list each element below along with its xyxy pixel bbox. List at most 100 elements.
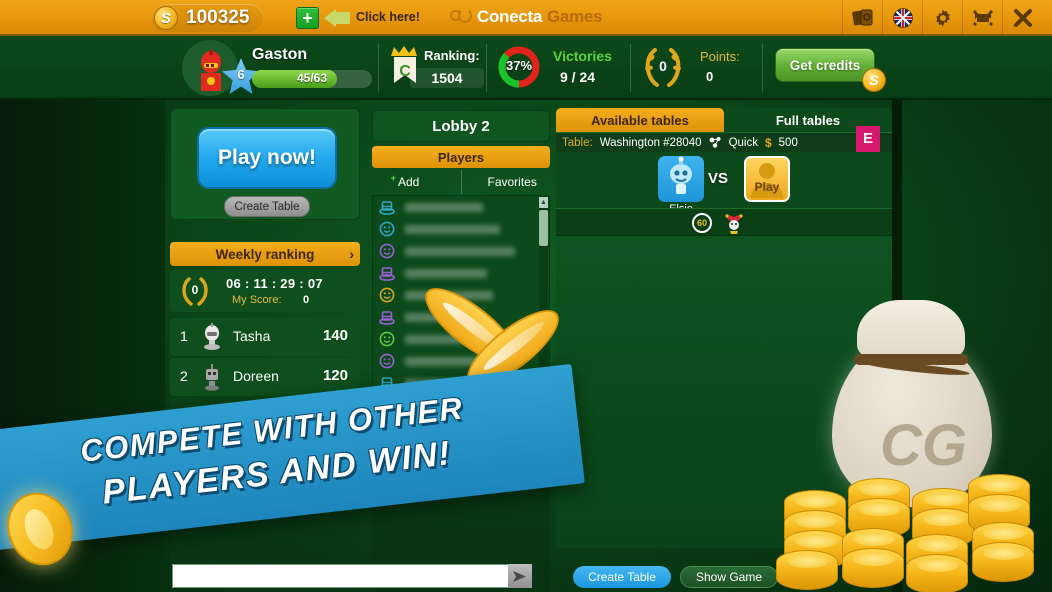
list-item[interactable] [373,262,549,284]
list-item[interactable] [373,196,549,218]
quick-label: Quick [728,136,758,149]
player-name [405,268,487,278]
points-value: 0 [706,69,714,84]
victories-label: Victories [553,48,612,64]
play-panel: Play now! Create Table [170,108,360,220]
coin-icon: S [154,6,178,30]
countdown-60-icon: 60 [692,213,712,233]
brand-name: Conecta [477,7,542,26]
send-arrow-icon [513,570,526,582]
list-item[interactable] [373,218,549,240]
victories-value: 9 / 24 [560,69,596,85]
tab-favorites[interactable]: Favorites [462,170,551,194]
jester-icon [725,214,743,234]
click-here-arrow-icon [324,9,336,27]
play-now-button[interactable]: Play now! [197,127,337,189]
stake-amount: 500 [778,136,798,149]
players-header: Players [372,146,550,168]
hat-icon [379,267,395,281]
tables-tab-row: Available tables Full tables [556,108,892,132]
credits-display[interactable]: S 100325 [152,4,264,32]
chevron-right-icon[interactable]: › [349,246,354,262]
laurel-value: 0 [659,58,667,74]
click-here-arrow-body-icon [336,12,350,24]
seat-occupied[interactable] [658,156,704,202]
brand-suffix: Games [546,7,603,26]
weekly-ranking-label: Weekly ranking [215,246,315,262]
close-icon[interactable] [1002,0,1042,36]
rank-player-name: Tasha [233,328,271,344]
top-icon-bar [842,0,1042,36]
table-label: Table: [562,136,593,149]
lobby-title: Lobby 2 [372,110,550,142]
star-plus-icon: + [390,173,396,183]
tab-add-label: Add [398,175,420,189]
points-label: Points: [700,49,740,64]
hat-icon [379,201,395,215]
top-bar: S 100325 + Click here! Conecta Games [0,0,1052,36]
cards-icon[interactable] [842,0,882,36]
table-name: Washington #28040 [599,136,702,149]
table-row[interactable]: 1 Tasha 140 [170,318,360,356]
create-table-button[interactable]: Create Table [573,566,671,588]
smiley-icon [379,353,395,369]
my-score-label: My Score: [232,294,282,306]
click-here-label: Click here! [356,10,420,24]
player-name [405,246,515,256]
seat-play-label: Play [754,180,780,194]
weekly-countdown-timer: 06 : 11 : 29 : 07 [226,276,323,291]
ranking-value: 1504 [410,68,484,88]
credits-amount: 100325 [186,7,250,28]
players-tabs: + Add Favorites [372,170,550,194]
rank-position: 1 [180,328,188,344]
rank-score: 140 [322,327,348,344]
uk-flag-icon[interactable] [882,0,922,36]
tab-available-tables[interactable]: Available tables [556,108,724,132]
fullscreen-icon[interactable] [962,0,1002,36]
rank-position: 2 [180,368,188,384]
quick-icon [709,137,721,148]
money-bag-illustration: CG [762,282,1042,592]
robot-avatar-icon [670,156,692,194]
conecta-games-logo-icon [450,7,472,27]
player-name [405,202,483,212]
star-icon [469,175,484,189]
smiley-icon [379,221,395,237]
get-credits-coin-icon: S [862,68,886,92]
win-rate-percent: 37% [505,58,533,73]
get-credits-button[interactable]: Get credits [775,48,875,82]
ranking-label: Ranking: [424,48,480,63]
money-bag-cg-logo: CG [880,413,967,478]
weekly-ranking-header[interactable]: Weekly ranking › [170,242,360,266]
rank-score: 120 [322,367,348,384]
scrollbar-thumb[interactable] [539,210,548,246]
username: Gaston [252,46,308,63]
player-name [405,224,500,234]
chat-input[interactable] [172,564,530,588]
create-table-small-button[interactable]: Create Table [224,196,310,217]
robot-avatar-icon [204,323,220,350]
smiley-icon [379,243,395,259]
send-message-button[interactable] [508,564,532,588]
robot-avatar-icon [205,364,219,391]
gear-icon[interactable] [922,0,962,36]
hat-icon [379,311,395,325]
tab-favorites-label: Favorites [487,175,537,189]
table-info-strip[interactable]: Table: Washington #28040 Quick $ 500 [556,132,892,152]
add-credits-button[interactable]: + [296,7,319,29]
smiley-icon [379,331,395,347]
game-lobby-screen: S 100325 + Click here! Conecta Games 6 G… [0,0,1052,592]
match-row: Elsie VS Play [556,152,892,215]
weekly-laurel-value: 0 [191,283,199,297]
weekly-timer-row: 0 06 : 11 : 29 : 07 My Score: 0 [170,270,360,312]
tab-add[interactable]: + Add [372,170,462,194]
rank-player-name: Doreen [233,368,279,384]
currency-symbol: $ [764,135,772,150]
seat-empty-play-button[interactable] [744,156,790,202]
match-timer-row: 60 [556,208,892,236]
money-bag-neck [857,300,965,360]
scroll-up-icon[interactable]: ▲ [539,197,548,208]
xp-text: 45/63 [296,71,328,85]
vs-label: VS [708,170,729,187]
list-item[interactable] [373,240,549,262]
